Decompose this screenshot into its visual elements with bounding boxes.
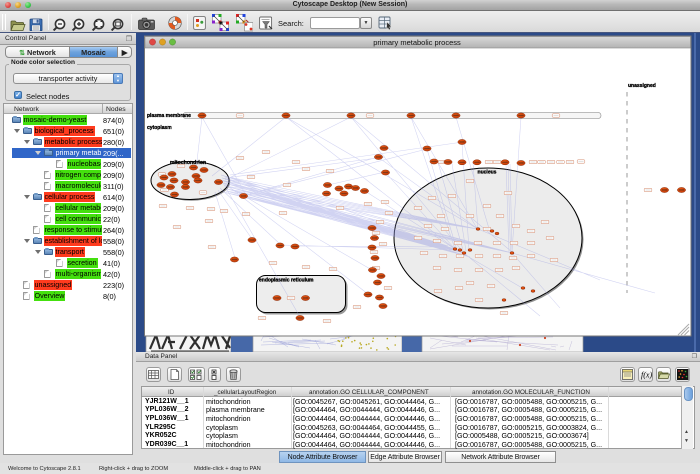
svg-text:primary metabolic process: primary metabolic process (373, 38, 461, 47)
svg-text:plasma membrane: plasma membrane (147, 113, 191, 119)
svg-text:unassigned: unassigned (628, 83, 656, 89)
svg-text:cytoplasm: cytoplasm (147, 125, 172, 131)
svg-text:nucleus: nucleus (478, 170, 497, 176)
svg-text:mitochondrion: mitochondrion (170, 160, 206, 166)
svg-text:endoplasmic reticulum: endoplasmic reticulum (259, 278, 314, 284)
svg-text:f(x): f(x) (641, 371, 652, 380)
